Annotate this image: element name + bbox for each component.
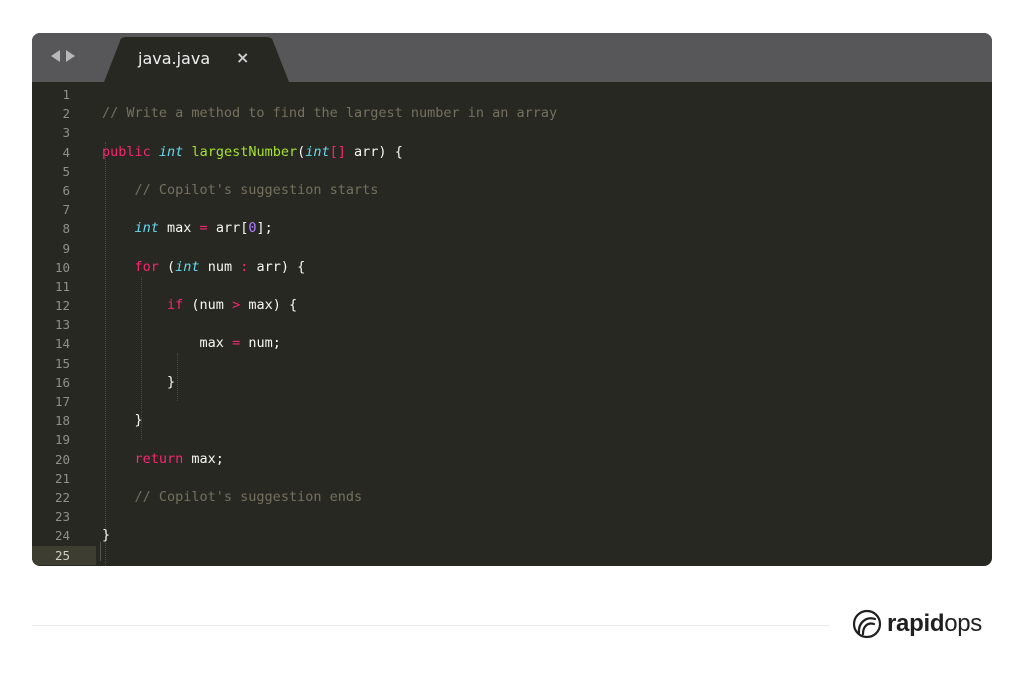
line-number: 12 <box>54 298 70 314</box>
code-line-10: for (int num : arr) { <box>134 258 306 275</box>
text-cursor <box>100 542 101 561</box>
line-number: 16 <box>54 374 70 390</box>
line-number: 24 <box>54 528 70 544</box>
line-number: 22 <box>54 489 70 505</box>
line-number: 7 <box>62 202 70 218</box>
line-number: 2 <box>62 106 70 122</box>
line-number: 17 <box>54 394 70 409</box>
line-number: 3 <box>62 125 70 141</box>
line-number: 6 <box>62 182 70 198</box>
code-line-16: } <box>167 373 176 390</box>
line-number: 18 <box>54 413 70 429</box>
code-line-12: if (num > max) { <box>167 297 298 314</box>
tab-bar: java.java × <box>32 33 992 82</box>
code-area[interactable]: // Write a method to find the largest nu… <box>102 85 992 566</box>
line-number: 11 <box>54 278 70 294</box>
tab-java-java[interactable]: java.java × <box>104 37 289 82</box>
code-line-8: int max = arr[0]; <box>134 220 273 237</box>
code-line-4: public int largestNumber(int[] arr) { <box>102 143 403 160</box>
tab-navigation <box>51 50 75 62</box>
line-number: 25 <box>32 545 96 565</box>
line-number: 20 <box>54 451 70 467</box>
line-number: 13 <box>54 317 70 333</box>
arrow-left-icon[interactable] <box>51 50 60 62</box>
line-number: 8 <box>62 221 70 237</box>
rapidops-logo: rapidops <box>852 608 982 640</box>
line-number: 5 <box>62 163 70 179</box>
line-number: 23 <box>54 509 70 525</box>
line-number: 21 <box>54 470 70 486</box>
line-number: 14 <box>54 336 70 352</box>
code-line-24: } <box>102 527 111 544</box>
close-icon[interactable]: × <box>236 48 249 67</box>
line-number: 9 <box>62 240 70 256</box>
line-number-gutter: 1 2 3 4 5 6 7 8 9 10 11 12 13 14 15 16 17 18 19 20 21 22 23 24 2… <box>32 85 96 565</box>
line-number: 1 <box>62 87 70 102</box>
code-line-22: // Copilot's suggestion ends <box>134 488 363 505</box>
line-number: 15 <box>54 355 70 371</box>
code-line-2: // Write a method to find the largest nu… <box>102 105 558 122</box>
line-number: 4 <box>62 144 70 160</box>
arrow-right-icon[interactable] <box>66 50 75 62</box>
footer-divider <box>32 625 830 626</box>
line-number: 19 <box>54 432 70 448</box>
code-line-14: max = num; <box>199 335 281 352</box>
line-number: 10 <box>54 259 70 275</box>
logo-wordmark: rapidops <box>887 610 982 637</box>
code-line-18: } <box>134 412 143 429</box>
tab-label: java.java <box>138 49 211 68</box>
code-line-6: // Copilot's suggestion starts <box>134 181 379 198</box>
code-editor-window: java.java × 1 2 3 4 5 6 7 8 9 10 11 12 13 14 15 16 17 18 1… <box>32 33 992 566</box>
code-line-20: return max; <box>134 450 224 467</box>
rapidops-swirl-icon <box>852 609 882 639</box>
